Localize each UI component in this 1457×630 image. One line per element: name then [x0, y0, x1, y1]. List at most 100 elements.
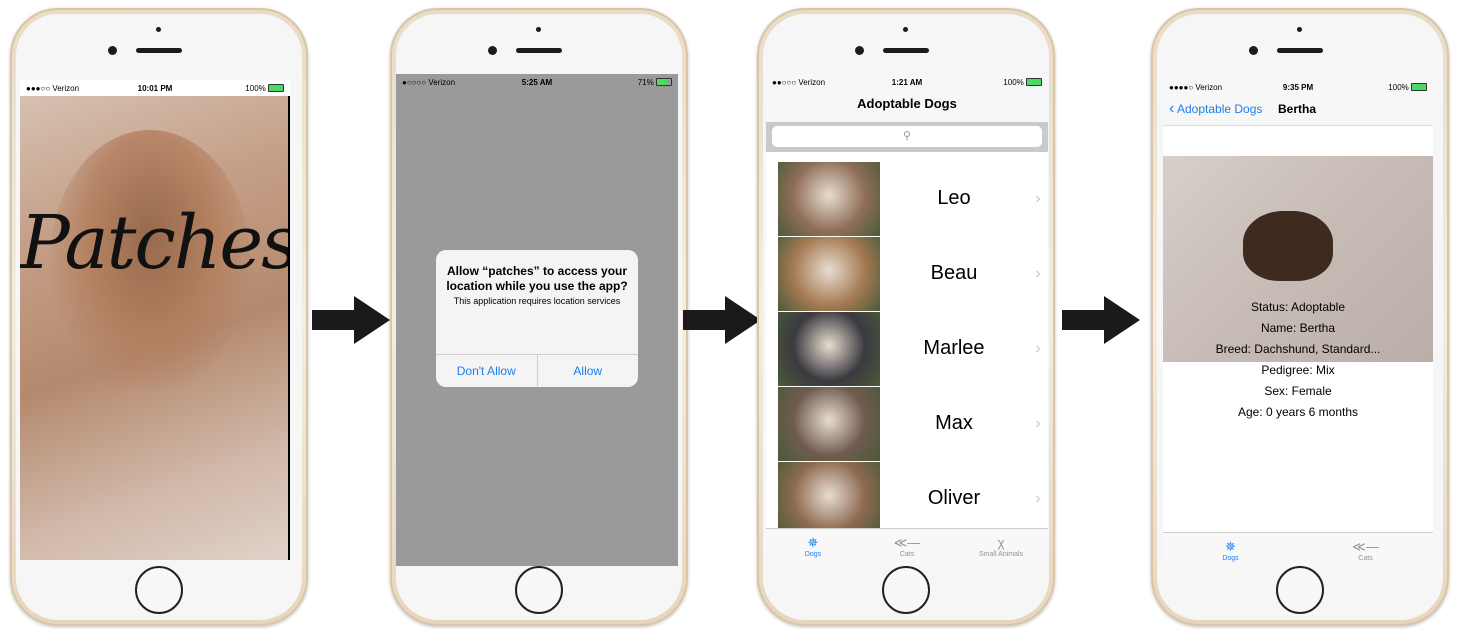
search-input[interactable]: ⚲: [772, 126, 1042, 147]
location-permission-alert: Allow “patches” to access your location …: [436, 250, 638, 387]
status-time: 1:21 AM: [891, 77, 923, 87]
carrier-signal: ●●○○○ Verizon: [772, 77, 826, 87]
battery-indicator: 100%: [952, 78, 1042, 87]
info-line: Breed: Dachshund, Standard...: [1215, 342, 1381, 356]
battery-indicator: 100%: [198, 84, 284, 93]
earpiece-speaker: [1277, 48, 1323, 53]
screen-edge-line: [288, 96, 290, 560]
dog-thumbnail: [778, 161, 880, 236]
home-button[interactable]: [135, 566, 183, 614]
tab-label: Dogs: [1222, 555, 1239, 562]
battery-indicator: 100%: [1341, 83, 1427, 92]
phone-frame-4: ●●●●○ Verizon 9:35 PM 100% ‹ Adoptable D…: [1151, 8, 1449, 626]
phone-frame-3: ●●○○○ Verizon 1:21 AM 100% Adoptable Dog…: [757, 8, 1055, 626]
navigation-bar: ‹ Adoptable Dogs Bertha: [1163, 95, 1433, 126]
bone-icon: ✵: [807, 535, 819, 550]
dog-thumbnail: [778, 236, 880, 311]
back-button[interactable]: ‹ Adoptable Dogs: [1169, 95, 1262, 123]
dog-figure: [1243, 211, 1333, 281]
info-line: Name: Bertha: [1260, 321, 1336, 335]
home-button[interactable]: [882, 566, 930, 614]
right-arrow-icon: [683, 296, 761, 344]
permission-screen: ●○○○○ Verizon 5:25 AM 71% Allow “patches…: [396, 74, 678, 566]
list-item[interactable]: Leo ›: [778, 161, 1048, 236]
battery-percent: 100%: [1388, 82, 1409, 92]
tab-label: Dogs: [804, 551, 822, 558]
battery-icon: [656, 78, 672, 87]
status-bar: ●●●●○ Verizon 9:35 PM 100%: [1163, 79, 1433, 95]
tab-small-animals[interactable]: χ Small Animals: [954, 529, 1048, 566]
status-time: 10:01 PM: [137, 83, 173, 93]
phone-frame-2: ●○○○○ Verizon 5:25 AM 71% Allow “patches…: [390, 8, 688, 626]
chevron-right-icon: ›: [1035, 414, 1041, 432]
earpiece-speaker: [883, 48, 929, 53]
battery-icon: [1411, 83, 1427, 92]
status-time: 9:35 PM: [1282, 82, 1314, 92]
tab-bar: ✵ Dogs ≪— Cats: [1163, 532, 1433, 566]
chevron-right-icon: ›: [1035, 264, 1041, 282]
front-camera: [855, 46, 864, 55]
earpiece-speaker: [136, 48, 182, 53]
fish-icon: ≪—: [893, 535, 921, 550]
allow-button[interactable]: Allow: [536, 355, 639, 387]
info-line: Sex: Female: [1264, 384, 1332, 398]
dog-thumbnail: [778, 311, 880, 386]
tab-label: Small Animals: [979, 551, 1023, 558]
dog-thumbnail: [778, 386, 880, 461]
tab-cats[interactable]: ≪— Cats: [860, 529, 954, 566]
page-title: Bertha: [1278, 102, 1317, 116]
status-bar: ●●●○○ Verizon 10:01 PM 100%: [20, 80, 290, 96]
list-item[interactable]: Oliver ›: [778, 461, 1048, 536]
bone-icon: ✵: [1225, 539, 1236, 554]
tab-label: Cats: [899, 551, 915, 558]
carrier-signal: ●○○○○ Verizon: [402, 77, 456, 87]
dont-allow-button[interactable]: Don't Allow: [436, 355, 537, 387]
carrier-signal: ●●●●○ Verizon: [1169, 82, 1223, 92]
fish-icon: ≪—: [1352, 539, 1379, 554]
tab-dogs[interactable]: ✵ Dogs: [1163, 533, 1298, 566]
alert-buttons: Don't Allow Allow: [436, 354, 638, 387]
tab-cats[interactable]: ≪— Cats: [1298, 533, 1433, 566]
carrier-signal: ●●●○○ Verizon: [26, 83, 80, 93]
alert-message: This application requires location servi…: [453, 296, 621, 306]
battery-percent: 100%: [245, 83, 266, 93]
info-line: Status: Adoptable: [1250, 300, 1346, 314]
chevron-left-icon: ‹: [1169, 100, 1175, 117]
battery-icon: [268, 84, 284, 93]
status-bar: ●○○○○ Verizon 5:25 AM 71%: [396, 74, 678, 90]
proximity-sensor: [156, 27, 161, 32]
right-arrow-icon: [312, 296, 390, 344]
home-button[interactable]: [1276, 566, 1324, 614]
home-button[interactable]: [515, 566, 563, 614]
rabbit-icon: χ: [997, 535, 1005, 550]
chevron-right-icon: ›: [1035, 339, 1041, 357]
search-bar: ⚲: [766, 122, 1048, 152]
proximity-sensor: [1297, 27, 1302, 32]
status-bar: ●●○○○ Verizon 1:21 AM 100%: [766, 74, 1048, 90]
dog-name: Beau: [930, 262, 978, 284]
dog-name: Marlee: [923, 337, 985, 359]
splash-screen: ●●●○○ Verizon 10:01 PM 100% Patches: [20, 80, 290, 560]
dog-name: Leo: [937, 187, 971, 209]
front-camera: [1249, 46, 1258, 55]
list-item[interactable]: Max ›: [778, 386, 1048, 461]
battery-percent: 71%: [637, 77, 654, 87]
front-camera: [108, 46, 117, 55]
app-title: Patches: [20, 200, 290, 286]
back-label: Adoptable Dogs: [1177, 102, 1263, 116]
list-item[interactable]: Marlee ›: [778, 311, 1048, 386]
tab-bar: ✵ Dogs ≪— Cats χ Small Animals: [766, 528, 1048, 566]
info-line: Age: 0 years 6 months: [1237, 405, 1359, 419]
right-arrow-icon: [1062, 296, 1140, 344]
status-time: 5:25 AM: [521, 77, 553, 87]
info-line: Pedigree: Mix: [1261, 363, 1335, 377]
list-item[interactable]: Beau ›: [778, 236, 1048, 311]
tab-dogs[interactable]: ✵ Dogs: [766, 529, 860, 566]
battery-indicator: 71%: [582, 78, 672, 87]
dog-info: Status: Adoptable Name: Bertha Breed: Dach…: [1163, 297, 1433, 423]
dog-list-screen: ●●○○○ Verizon 1:21 AM 100% Adoptable Dog…: [766, 74, 1048, 566]
proximity-sensor: [536, 27, 541, 32]
chevron-right-icon: ›: [1035, 189, 1041, 207]
dog-detail-screen: ●●●●○ Verizon 9:35 PM 100% ‹ Adoptable D…: [1163, 79, 1433, 566]
battery-percent: 100%: [1003, 77, 1024, 87]
